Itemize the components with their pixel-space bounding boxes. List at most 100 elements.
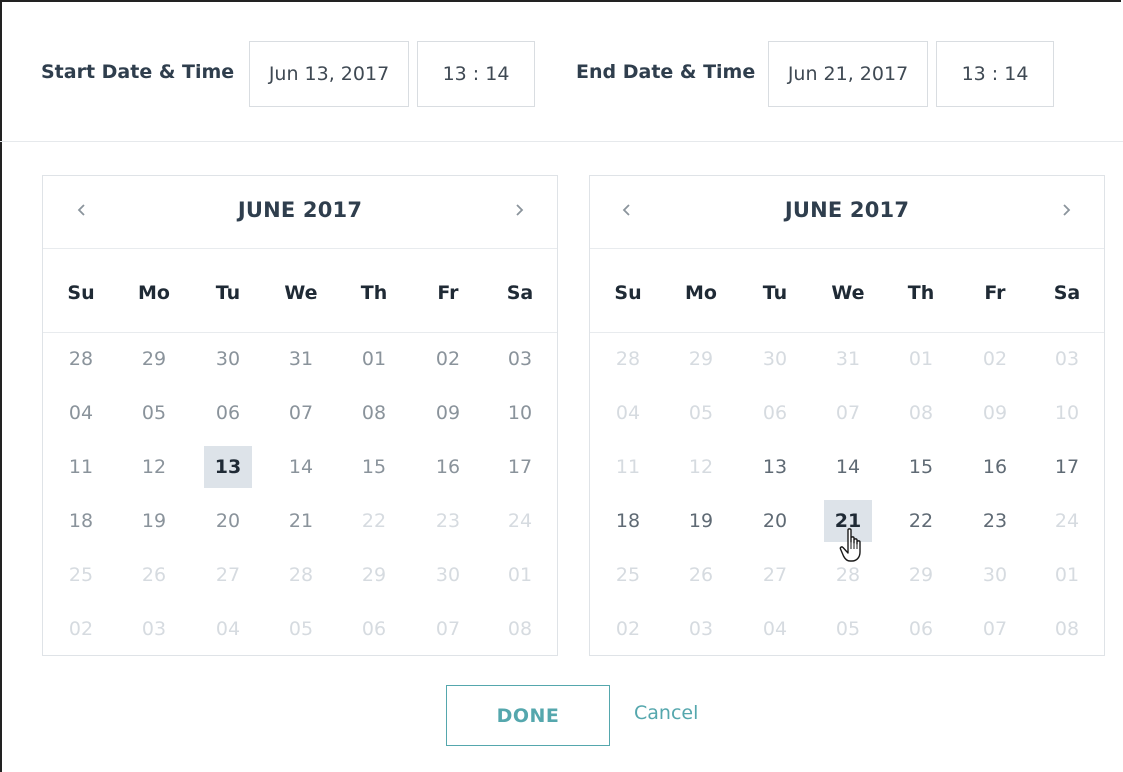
- calendar-day[interactable]: 17: [1043, 446, 1091, 488]
- calendar-day[interactable]: 12: [677, 446, 725, 488]
- calendar-day[interactable]: 02: [424, 338, 472, 380]
- calendar-day[interactable]: 29: [677, 338, 725, 380]
- calendar-day[interactable]: 09: [971, 392, 1019, 434]
- calendar-day[interactable]: 03: [496, 338, 544, 380]
- calendar-day[interactable]: 16: [424, 446, 472, 488]
- calendar-day[interactable]: 29: [350, 554, 398, 596]
- calendar-day[interactable]: 13: [751, 446, 799, 488]
- calendar-day[interactable]: 23: [424, 500, 472, 542]
- weekday-label: We: [284, 282, 318, 304]
- calendar-day[interactable]: 20: [751, 500, 799, 542]
- calendar-day[interactable]: 15: [897, 446, 945, 488]
- calendar-day[interactable]: 25: [57, 554, 105, 596]
- calendar-day[interactable]: 06: [204, 392, 252, 434]
- calendar-day[interactable]: 30: [424, 554, 472, 596]
- calendar-day[interactable]: 19: [677, 500, 725, 542]
- next-month-button[interactable]: [505, 196, 533, 224]
- calendar-day[interactable]: 29: [130, 338, 178, 380]
- calendar-day[interactable]: 29: [897, 554, 945, 596]
- calendar-day[interactable]: 06: [897, 608, 945, 650]
- calendar-day[interactable]: 01: [897, 338, 945, 380]
- end-time-field[interactable]: 13 : 14: [936, 41, 1054, 107]
- calendar-day[interactable]: 07: [424, 608, 472, 650]
- weekday-label: Fr: [437, 282, 459, 304]
- calendar-day[interactable]: 16: [971, 446, 1019, 488]
- calendar-header: JUNE 2017: [43, 176, 557, 249]
- next-month-button[interactable]: [1052, 196, 1080, 224]
- calendar-day[interactable]: 10: [496, 392, 544, 434]
- selected-day[interactable]: 13: [204, 446, 252, 488]
- end-date-time-label: End Date & Time: [576, 61, 756, 83]
- calendar-day[interactable]: 08: [350, 392, 398, 434]
- calendar-day[interactable]: 05: [677, 392, 725, 434]
- weekday-label: Th: [907, 282, 935, 304]
- calendar-day[interactable]: 02: [971, 338, 1019, 380]
- calendar-day[interactable]: 04: [751, 608, 799, 650]
- calendar-day[interactable]: 06: [350, 608, 398, 650]
- chevron-right-icon: [1063, 204, 1071, 216]
- chevron-right-icon: [516, 204, 524, 216]
- calendar-day[interactable]: 18: [604, 500, 652, 542]
- start-time-field[interactable]: 13 : 14: [417, 41, 535, 107]
- calendar-day[interactable]: 23: [971, 500, 1019, 542]
- calendar-day[interactable]: 03: [130, 608, 178, 650]
- calendar-day[interactable]: 19: [130, 500, 178, 542]
- calendar-day[interactable]: 05: [130, 392, 178, 434]
- weekday-label: Su: [67, 282, 95, 304]
- calendar-day[interactable]: 27: [204, 554, 252, 596]
- calendar-day[interactable]: 28: [277, 554, 325, 596]
- calendar-day[interactable]: 02: [604, 608, 652, 650]
- calendar-day[interactable]: 08: [496, 608, 544, 650]
- calendar-day[interactable]: 08: [1043, 608, 1091, 650]
- calendar-day[interactable]: 10: [1043, 392, 1091, 434]
- calendar-day[interactable]: 21: [277, 500, 325, 542]
- calendar-day[interactable]: 01: [350, 338, 398, 380]
- calendar-day[interactable]: 28: [57, 338, 105, 380]
- calendar-day[interactable]: 07: [824, 392, 872, 434]
- calendar-day[interactable]: 01: [496, 554, 544, 596]
- calendar-day[interactable]: 04: [204, 608, 252, 650]
- calendar-day[interactable]: 14: [277, 446, 325, 488]
- calendar-day[interactable]: 22: [350, 500, 398, 542]
- start-date-field[interactable]: Jun 13, 2017: [249, 41, 409, 107]
- calendar-day[interactable]: 08: [897, 392, 945, 434]
- calendar-day[interactable]: 31: [824, 338, 872, 380]
- calendar-day[interactable]: 07: [277, 392, 325, 434]
- calendar-day[interactable]: 11: [57, 446, 105, 488]
- calendar-day[interactable]: 03: [677, 608, 725, 650]
- calendar-day[interactable]: 02: [57, 608, 105, 650]
- weekday-label: Tu: [762, 282, 788, 304]
- calendar-day[interactable]: 04: [57, 392, 105, 434]
- calendar-day[interactable]: 05: [824, 608, 872, 650]
- calendar-day[interactable]: 05: [277, 608, 325, 650]
- calendar-day[interactable]: 30: [204, 338, 252, 380]
- calendar-day[interactable]: 07: [971, 608, 1019, 650]
- calendar-day[interactable]: 26: [130, 554, 178, 596]
- calendar-day[interactable]: 30: [971, 554, 1019, 596]
- calendar-day[interactable]: 09: [424, 392, 472, 434]
- cancel-link[interactable]: Cancel: [634, 702, 698, 724]
- calendar-day[interactable]: 04: [604, 392, 652, 434]
- calendar-day[interactable]: 11: [604, 446, 652, 488]
- calendar-day[interactable]: 20: [204, 500, 252, 542]
- calendar-day[interactable]: 27: [751, 554, 799, 596]
- calendar-day[interactable]: 28: [604, 338, 652, 380]
- calendar-day[interactable]: 25: [604, 554, 652, 596]
- calendar-day[interactable]: 22: [897, 500, 945, 542]
- calendar-day[interactable]: 30: [751, 338, 799, 380]
- calendar-day[interactable]: 01: [1043, 554, 1091, 596]
- calendar-day[interactable]: 03: [1043, 338, 1091, 380]
- calendar-day[interactable]: 06: [751, 392, 799, 434]
- calendar-day[interactable]: 15: [350, 446, 398, 488]
- calendar-day[interactable]: 14: [824, 446, 872, 488]
- calendar-day[interactable]: 24: [496, 500, 544, 542]
- calendar-day[interactable]: 18: [57, 500, 105, 542]
- end-date-field[interactable]: Jun 21, 2017: [768, 41, 928, 107]
- done-button[interactable]: DONE: [446, 685, 610, 746]
- calendar-day[interactable]: 26: [677, 554, 725, 596]
- calendar-day[interactable]: 24: [1043, 500, 1091, 542]
- weekday-label: We: [831, 282, 865, 304]
- calendar-day[interactable]: 31: [277, 338, 325, 380]
- calendar-day[interactable]: 12: [130, 446, 178, 488]
- calendar-day[interactable]: 17: [496, 446, 544, 488]
